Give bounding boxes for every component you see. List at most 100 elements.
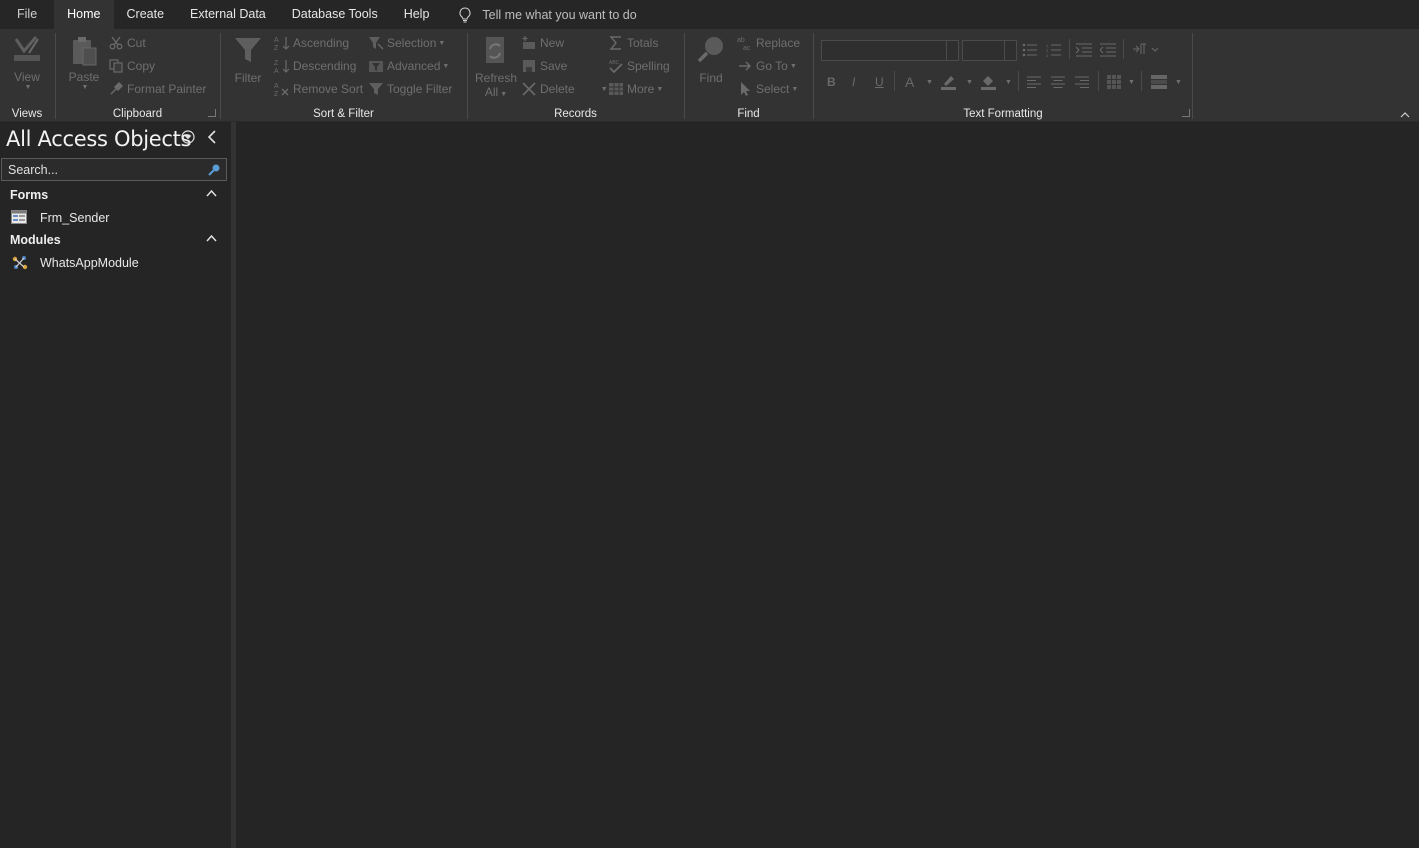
nav-category-forms[interactable]: Forms — [0, 184, 231, 206]
remove-sort-icon: AZ — [274, 83, 289, 97]
group-label-views: Views — [11, 108, 43, 120]
nav-search-box[interactable] — [1, 158, 227, 181]
chevron-up-icon[interactable] — [206, 234, 217, 242]
svg-text:ac: ac — [743, 45, 751, 51]
sort-ascending-button[interactable]: AZ Ascending — [274, 33, 349, 53]
svg-text:3: 3 — [1046, 53, 1049, 57]
font-name-combo[interactable] — [821, 40, 959, 61]
decrease-indent-icon[interactable] — [1100, 43, 1116, 57]
go-to-button[interactable]: Go To ▼ — [737, 56, 797, 76]
group-clipboard: Paste ▼ Cut Copy Format Painter Clipboar… — [56, 29, 219, 122]
nav-menu-dropdown-icon[interactable] — [181, 130, 195, 144]
nav-pane-title[interactable]: All Access Objects — [6, 127, 192, 151]
sort-ascending-icon: AZ — [274, 37, 290, 51]
align-center-icon[interactable] — [1051, 76, 1065, 88]
new-record-button[interactable]: New — [521, 33, 564, 53]
group-label-sort-filter: Sort & Filter — [313, 108, 374, 120]
chevron-up-icon[interactable] — [206, 189, 217, 197]
save-record-button[interactable]: Save — [521, 56, 567, 76]
funnel-icon — [235, 38, 261, 62]
highlight-icon[interactable] — [940, 74, 958, 90]
delete-record-button[interactable]: Delete ▼ — [521, 79, 608, 99]
collapse-ribbon-icon[interactable] — [1400, 111, 1410, 118]
bold-button[interactable]: B — [827, 75, 836, 89]
italic-button[interactable]: I — [852, 75, 855, 89]
nav-object-label: Frm_Sender — [40, 211, 110, 225]
increase-indent-icon[interactable] — [1076, 43, 1092, 57]
svg-text:A: A — [274, 68, 279, 74]
tab-external-data[interactable]: External Data — [177, 0, 279, 29]
group-label-text-formatting: Text Formatting — [963, 108, 1043, 120]
cut-button[interactable]: Cut — [108, 33, 146, 53]
shutter-bar-close-icon[interactable] — [207, 130, 217, 144]
svg-text:Z: Z — [274, 45, 279, 51]
nav-object-whatsappmodule[interactable]: WhatsAppModule — [0, 252, 231, 274]
spelling-check-icon: ABC — [609, 60, 623, 74]
remove-sort-button[interactable]: AZ Remove Sort — [274, 79, 363, 99]
more-button[interactable]: More ▼ — [608, 79, 663, 99]
new-record-icon — [522, 36, 535, 49]
selection-button[interactable]: Selection ▼ — [368, 33, 445, 53]
totals-button[interactable]: Totals — [608, 33, 658, 53]
magnifier-icon — [697, 37, 723, 63]
numbering-icon[interactable]: 123 — [1046, 43, 1062, 57]
save-icon — [523, 60, 535, 72]
paste-button[interactable]: Paste ▼ — [66, 35, 102, 91]
group-label-find: Find — [737, 108, 760, 120]
nav-category-modules[interactable]: Modules — [0, 229, 231, 251]
font-color-button[interactable]: A — [905, 74, 914, 90]
tab-file[interactable]: File — [0, 0, 54, 29]
form-icon — [11, 210, 27, 224]
tab-create[interactable]: Create — [114, 0, 178, 29]
replace-icon: abac — [737, 37, 751, 51]
search-icon — [208, 164, 220, 176]
scissors-icon — [109, 36, 123, 50]
nav-object-frm-sender[interactable]: Frm_Sender — [0, 207, 231, 229]
nav-search-input[interactable] — [2, 159, 192, 180]
svg-text:ABC: ABC — [609, 60, 620, 66]
underline-button[interactable]: U — [875, 75, 884, 89]
toggle-filter-button[interactable]: Toggle Filter — [368, 79, 452, 99]
align-left-icon[interactable] — [1027, 76, 1041, 88]
font-size-combo[interactable] — [962, 40, 1017, 61]
module-icon — [12, 256, 28, 270]
align-right-icon[interactable] — [1075, 76, 1089, 88]
clipboard-dialog-launcher[interactable] — [208, 109, 216, 117]
view-button[interactable]: View ▼ — [8, 33, 46, 91]
advanced-filter-icon — [369, 61, 383, 72]
tab-database-tools[interactable]: Database Tools — [279, 0, 391, 29]
nav-category-label: Forms — [10, 188, 49, 202]
ribbon: View ▼ Views Paste ▼ Cut Copy Format Pai… — [0, 29, 1419, 122]
alternate-row-color-icon[interactable] — [1150, 74, 1168, 90]
toggle-filter-icon — [369, 83, 383, 95]
ribbon-separator — [1192, 33, 1193, 119]
group-records: Refresh All ▼ New Save Delete ▼ Totals AB… — [468, 29, 683, 122]
copy-button[interactable]: Copy — [108, 56, 155, 76]
cursor-arrow-icon — [741, 82, 750, 96]
sigma-icon — [609, 36, 621, 50]
svg-text:A: A — [274, 37, 279, 44]
tell-me-search[interactable]: Tell me what you want to do — [458, 0, 637, 29]
gridlines-icon[interactable] — [1106, 74, 1122, 90]
group-views: View ▼ Views — [0, 29, 54, 122]
select-button[interactable]: Select ▼ — [737, 79, 798, 99]
tab-help[interactable]: Help — [391, 0, 443, 29]
group-label-clipboard: Clipboard — [112, 108, 163, 120]
refresh-all-button[interactable]: Refresh All ▼ — [474, 35, 518, 102]
format-painter-button[interactable]: Format Painter — [108, 79, 206, 99]
sort-descending-button[interactable]: ZA Descending — [274, 56, 356, 76]
replace-button[interactable]: ab ac Replace — [737, 33, 800, 53]
filter-button[interactable]: Filter — [229, 35, 267, 85]
paragraph-direction-icon[interactable] — [1132, 43, 1158, 55]
table-grid-icon — [609, 83, 623, 95]
advanced-button[interactable]: Advanced ▼ — [368, 56, 449, 76]
bullets-icon[interactable] — [1022, 43, 1038, 57]
text-formatting-dialog-launcher[interactable] — [1182, 109, 1190, 117]
paste-icon — [73, 37, 97, 66]
view-icon — [14, 36, 40, 61]
fill-bucket-icon[interactable] — [980, 74, 998, 90]
selection-filter-icon — [369, 37, 384, 50]
find-button[interactable]: Find — [691, 35, 731, 85]
tab-home[interactable]: Home — [54, 0, 114, 29]
spelling-button[interactable]: ABC Spelling — [608, 56, 670, 76]
